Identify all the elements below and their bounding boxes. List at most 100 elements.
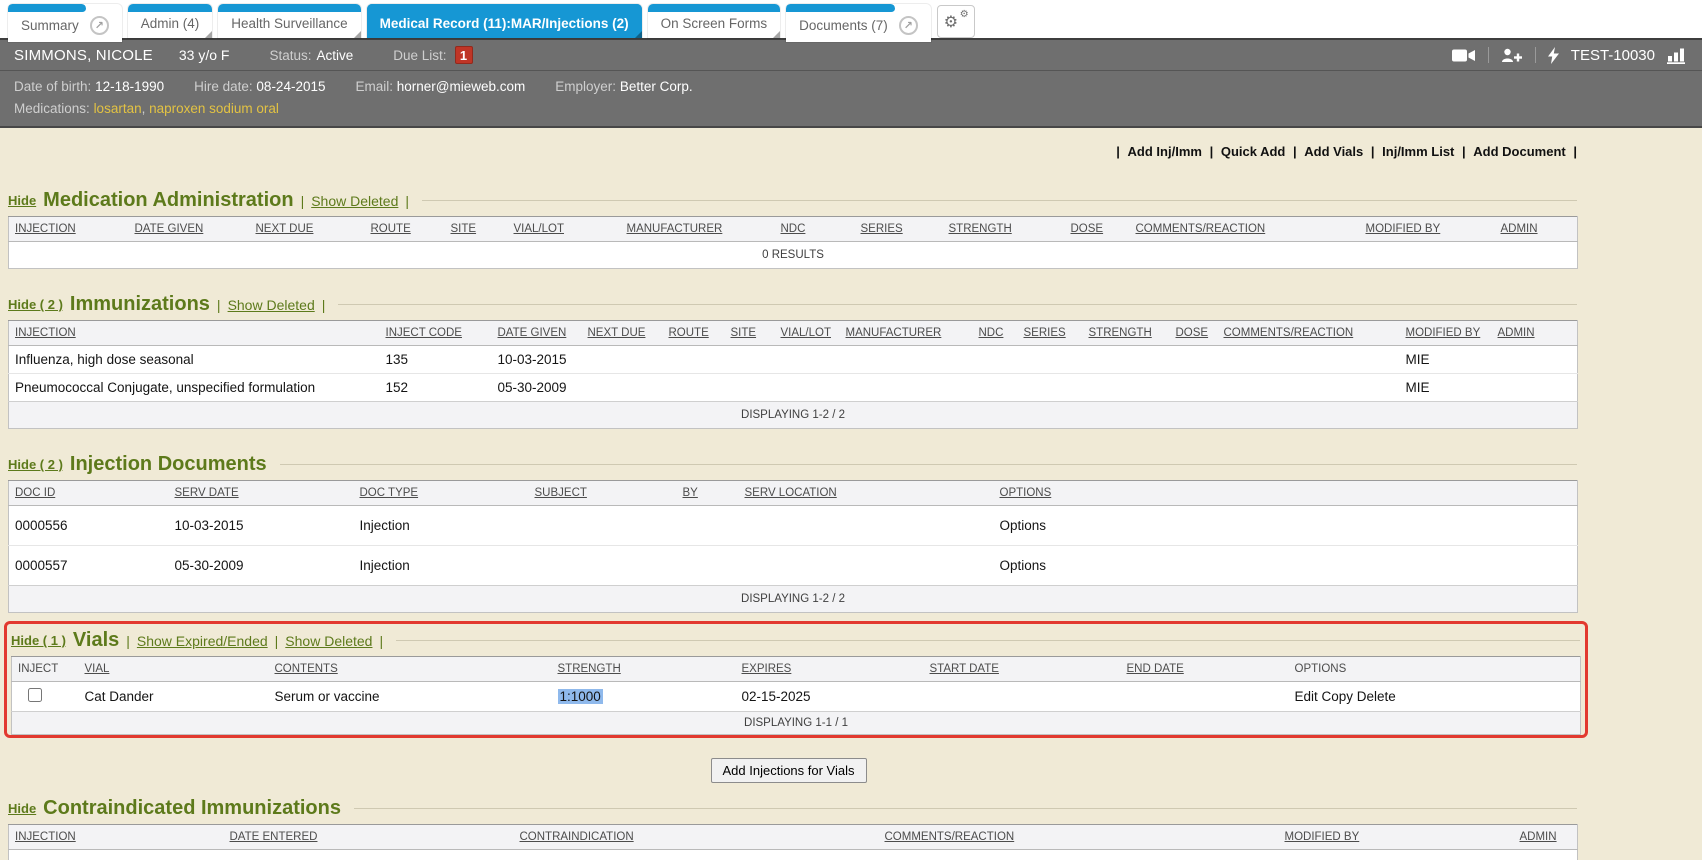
column-header[interactable]: STRENGTH: [1083, 321, 1170, 346]
divider: [338, 304, 1577, 305]
column-header[interactable]: DATE ENTERED: [224, 825, 514, 850]
show-expired-ended-link[interactable]: Show Expired/Ended: [137, 633, 268, 649]
section-title: Injection Documents: [70, 453, 267, 476]
quick-add-link[interactable]: Quick Add: [1221, 144, 1286, 159]
medication-link[interactable]: losartan: [94, 101, 142, 116]
medication-link[interactable]: naproxen sodium oral: [149, 101, 279, 116]
section-header-injection-documents: Hide ( 2 ) Injection Documents: [8, 453, 1577, 476]
column-header[interactable]: DATE GIVEN: [492, 321, 582, 346]
edit-copy-delete-links[interactable]: Edit Copy Delete: [1289, 682, 1581, 712]
column-header[interactable]: STRENGTH: [552, 657, 736, 682]
column-header[interactable]: NEXT DUE: [582, 321, 663, 346]
column-header[interactable]: MANUFACTURER: [840, 321, 973, 346]
column-header[interactable]: INJECTION: [9, 825, 224, 850]
tab-documents[interactable]: Documents (7) ↗: [786, 4, 931, 42]
inj-imm-list-link[interactable]: Inj/Imm List: [1382, 144, 1454, 159]
tab-on-screen-forms[interactable]: On Screen Forms: [648, 4, 781, 38]
hide-toggle[interactable]: Hide: [8, 193, 36, 208]
column-header[interactable]: STRENGTH: [943, 217, 1065, 242]
column-header[interactable]: SERV LOCATION: [739, 481, 994, 506]
column-header[interactable]: BY: [677, 481, 739, 506]
column-header[interactable]: NEXT DUE: [250, 217, 365, 242]
cell-doc-type: Injection: [354, 506, 529, 546]
column-header[interactable]: EXPIRES: [736, 657, 924, 682]
column-header[interactable]: DOSE: [1170, 321, 1218, 346]
column-header[interactable]: CONTRAINDICATION: [514, 825, 879, 850]
column-header[interactable]: VIAL/LOT: [508, 217, 621, 242]
options-link[interactable]: Options: [994, 546, 1578, 586]
column-header[interactable]: ADMIN: [1492, 321, 1578, 346]
column-header[interactable]: ROUTE: [365, 217, 445, 242]
column-header[interactable]: MODIFIED BY: [1360, 217, 1495, 242]
popout-icon[interactable]: ↗: [90, 16, 109, 35]
column-header[interactable]: DATE GIVEN: [129, 217, 250, 242]
column-header[interactable]: OPTIONS: [994, 481, 1578, 506]
separator: |: [1573, 144, 1577, 159]
show-deleted-link[interactable]: Show Deleted: [228, 297, 315, 313]
column-header[interactable]: CONTENTS: [269, 657, 552, 682]
tab-accent: [218, 4, 360, 12]
bar-chart-icon[interactable]: [1667, 47, 1688, 64]
column-header[interactable]: DOSE: [1065, 217, 1130, 242]
column-header[interactable]: SERIES: [855, 217, 943, 242]
show-deleted-link[interactable]: Show Deleted: [285, 633, 372, 649]
button-row: Add Injections for Vials: [0, 758, 1577, 783]
column-header[interactable]: INJECTION: [9, 217, 129, 242]
popout-icon[interactable]: ↗: [899, 16, 918, 35]
column-header[interactable]: COMMENTS/REACTION: [879, 825, 1279, 850]
table-header-row: INJECT VIAL CONTENTS STRENGTH EXPIRES ST…: [12, 657, 1581, 682]
column-header[interactable]: SERIES: [1018, 321, 1083, 346]
add-injections-for-vials-button[interactable]: Add Injections for Vials: [711, 758, 867, 783]
separator: |: [1371, 144, 1375, 159]
column-header[interactable]: VIAL/LOT: [775, 321, 840, 346]
table-row: 0000557 05-30-2009 Injection Options: [9, 546, 1578, 586]
column-header[interactable]: DOC ID: [9, 481, 169, 506]
add-vials-link[interactable]: Add Vials: [1304, 144, 1363, 159]
column-header[interactable]: MANUFACTURER: [621, 217, 775, 242]
hide-toggle[interactable]: Hide: [8, 801, 36, 816]
column-header[interactable]: MODIFIED BY: [1279, 825, 1514, 850]
column-header[interactable]: END DATE: [1121, 657, 1289, 682]
due-list-badge[interactable]: 1: [455, 46, 473, 64]
show-deleted-link[interactable]: Show Deleted: [311, 193, 398, 209]
tab-accent: [786, 4, 895, 12]
hide-toggle[interactable]: Hide ( 2 ): [8, 297, 63, 312]
tab-summary[interactable]: Summary ↗: [8, 4, 122, 42]
column-header[interactable]: NDC: [973, 321, 1018, 346]
settings-button[interactable]: ⚙ ⚙: [937, 5, 975, 38]
patient-info-bar: Date of birth: 12-18-1990 Hire date: 08-…: [0, 70, 1702, 128]
separator: |: [379, 633, 383, 649]
column-header[interactable]: DOC TYPE: [354, 481, 529, 506]
column-header[interactable]: ADMIN: [1514, 825, 1578, 850]
hide-toggle[interactable]: Hide ( 1 ): [11, 633, 66, 648]
options-link[interactable]: Options: [994, 506, 1578, 546]
column-header[interactable]: INJECT CODE: [380, 321, 492, 346]
column-header[interactable]: NDC: [775, 217, 855, 242]
section-title: Immunizations: [70, 293, 210, 316]
column-header[interactable]: COMMENTS/REACTION: [1218, 321, 1400, 346]
inject-checkbox[interactable]: [28, 688, 42, 702]
column-header[interactable]: START DATE: [924, 657, 1121, 682]
column-header[interactable]: INJECTION: [9, 321, 380, 346]
tab-health-surveillance[interactable]: Health Surveillance: [218, 4, 360, 38]
hide-toggle[interactable]: Hide ( 2 ): [8, 457, 63, 472]
column-header[interactable]: COMMENTS/REACTION: [1130, 217, 1360, 242]
add-document-link[interactable]: Add Document: [1473, 144, 1565, 159]
column-header[interactable]: SUBJECT: [529, 481, 677, 506]
column-header[interactable]: VIAL: [79, 657, 269, 682]
patient-header-bar: SIMMONS, NICOLE 33 y/o F Status: Active …: [0, 38, 1702, 70]
cell-doc-id: 0000557: [9, 546, 169, 586]
add-inj-imm-link[interactable]: Add Inj/Imm: [1128, 144, 1202, 159]
column-header[interactable]: SITE: [725, 321, 775, 346]
add-person-icon[interactable]: [1501, 48, 1523, 63]
tab-medical-record[interactable]: Medical Record (11):MAR/Injections (2): [367, 4, 642, 38]
tab-admin[interactable]: Admin (4): [128, 4, 213, 38]
cell-doc-type: Injection: [354, 546, 529, 586]
column-header[interactable]: ROUTE: [663, 321, 725, 346]
video-camera-icon[interactable]: [1452, 48, 1476, 63]
column-header[interactable]: MODIFIED BY: [1400, 321, 1492, 346]
column-header[interactable]: SERV DATE: [169, 481, 354, 506]
column-header[interactable]: SITE: [445, 217, 508, 242]
lightning-icon[interactable]: [1548, 47, 1559, 64]
column-header[interactable]: ADMIN: [1495, 217, 1578, 242]
